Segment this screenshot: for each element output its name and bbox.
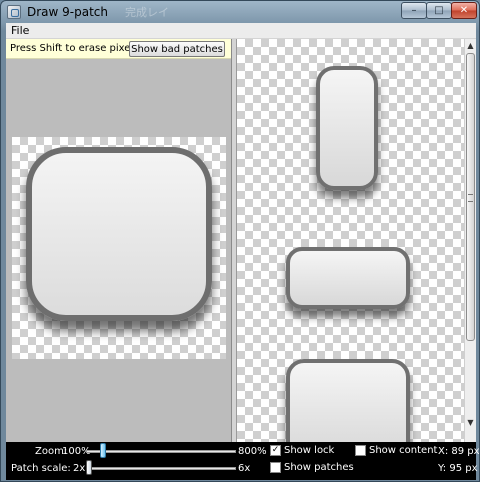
editor-pane[interactable]: Press Shift to erase pixels Show bad pat… bbox=[6, 39, 232, 442]
app-window: Draw 9-patch 完成レイ – □ ✕ File Press Shift… bbox=[0, 0, 480, 482]
show-content-checkbox[interactable]: Show content bbox=[355, 445, 437, 456]
patch-scale-max-label: 6x bbox=[238, 463, 251, 474]
patch-scale-slider-track bbox=[86, 467, 236, 470]
preview-wide-stretch bbox=[286, 247, 410, 309]
zoom-slider-track bbox=[86, 450, 236, 453]
patch-scale-label: Patch scale: bbox=[11, 463, 71, 474]
main-content: Press Shift to erase pixels Show bad pat… bbox=[6, 39, 476, 442]
background-window-title: 完成レイ bbox=[125, 6, 169, 19]
show-lock-checkbox[interactable]: ✓ Show lock bbox=[270, 445, 334, 456]
control-bar: Zoom: 100% 800% Patch scale: 2x 6x ✓ Sho… bbox=[6, 442, 479, 480]
app-icon bbox=[7, 5, 21, 19]
menu-file[interactable]: File bbox=[11, 24, 29, 37]
scroll-down-icon[interactable]: ▼ bbox=[465, 416, 476, 428]
y-coordinate-readout: Y: 95 px bbox=[438, 463, 478, 474]
show-lock-label: Show lock bbox=[284, 445, 335, 456]
x-coordinate-readout: X: 89 px bbox=[438, 446, 480, 457]
show-patches-checkbox[interactable]: Show patches bbox=[270, 462, 354, 473]
check-icon[interactable]: ✓ bbox=[270, 445, 281, 456]
scrollbar-grip-icon bbox=[468, 194, 473, 202]
preview-vertical-scrollbar[interactable]: ▲ ▼ bbox=[464, 39, 476, 442]
editor-canvas[interactable] bbox=[12, 137, 226, 359]
title-bar[interactable]: Draw 9-patch 完成レイ – □ ✕ bbox=[1, 1, 479, 23]
menu-bar: File bbox=[6, 23, 476, 39]
close-icon: ✕ bbox=[459, 5, 469, 16]
preview-both-stretch bbox=[286, 359, 410, 442]
show-patches-box[interactable] bbox=[270, 462, 281, 473]
maximize-button[interactable]: □ bbox=[426, 2, 452, 19]
show-patches-label: Show patches bbox=[284, 462, 354, 473]
patch-scale-min-label: 2x bbox=[73, 463, 86, 474]
zoom-slider[interactable] bbox=[86, 443, 236, 459]
nine-patch-image bbox=[26, 147, 212, 321]
window-title: Draw 9-patch bbox=[27, 5, 108, 19]
minimize-button[interactable]: – bbox=[401, 2, 427, 19]
preview-tall-stretch bbox=[316, 66, 378, 190]
scroll-up-icon[interactable]: ▲ bbox=[465, 39, 476, 51]
close-button[interactable]: ✕ bbox=[451, 2, 477, 19]
status-text: Press Shift to erase pixels bbox=[10, 43, 139, 54]
preview-pane bbox=[237, 39, 464, 442]
zoom-slider-thumb[interactable] bbox=[100, 443, 106, 458]
show-content-label: Show content bbox=[369, 445, 438, 456]
minimize-icon: – bbox=[411, 5, 417, 16]
maximize-icon: □ bbox=[434, 5, 444, 16]
show-content-box[interactable] bbox=[355, 445, 366, 456]
patch-scale-slider-thumb[interactable] bbox=[86, 460, 92, 475]
scrollbar-thumb[interactable] bbox=[466, 53, 475, 341]
editor-status-bar: Press Shift to erase pixels Show bad pat… bbox=[6, 39, 231, 59]
show-bad-patches-button[interactable]: Show bad patches bbox=[129, 41, 225, 57]
patch-scale-slider[interactable] bbox=[86, 460, 236, 476]
zoom-max-label: 800% bbox=[238, 446, 267, 457]
